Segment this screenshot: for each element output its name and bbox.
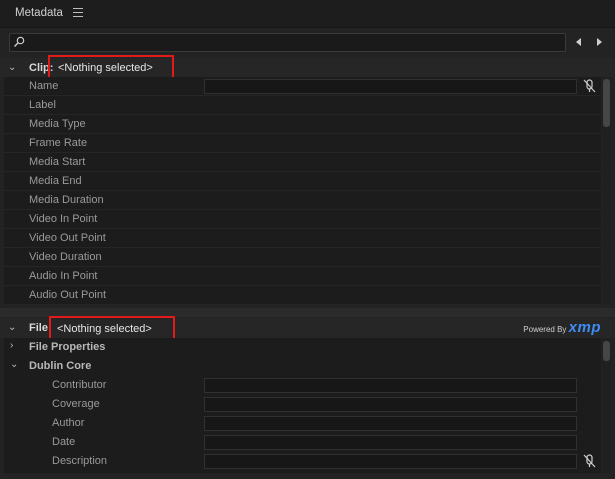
previous-icon[interactable] [574, 36, 584, 48]
field-label: Name [29, 80, 59, 92]
clip-field-row[interactable]: Name [4, 77, 601, 96]
panel-menu-icon[interactable] [73, 8, 83, 18]
field-label: Media Start [29, 156, 86, 168]
xmp-logo: xmp [568, 319, 601, 336]
field-label: Date [52, 436, 76, 448]
clip-field-row[interactable]: Media Type [4, 115, 601, 134]
file-scrollbar[interactable] [602, 338, 611, 473]
clip-fields-list: Name Label Media Type Frame Rate Media Start… [4, 77, 601, 305]
clip-field-row[interactable]: Frame Rate [4, 134, 601, 153]
field-label: Frame Rate [29, 137, 88, 149]
dublin-core-row[interactable]: Date [4, 433, 601, 452]
search-icon [14, 36, 25, 47]
dublin-core-row[interactable]: Coverage [4, 395, 601, 414]
chevron-right-icon[interactable]: › [10, 340, 13, 351]
clip-scrollbar-thumb[interactable] [603, 79, 610, 127]
clip-field-row[interactable]: Video Out Point [4, 229, 601, 248]
field-label: Media End [29, 175, 82, 187]
powered-by-xmp-logo: Powered By xmp [523, 319, 601, 336]
dublin-core-field[interactable] [204, 416, 577, 431]
dublin-core-field[interactable] [204, 435, 577, 450]
chevron-down-icon[interactable]: ⌄ [10, 359, 18, 370]
panel-header [0, 0, 615, 28]
field-label: Contributor [52, 379, 107, 391]
dublin-core-row[interactable]: Description [4, 452, 601, 471]
group-file-properties[interactable]: › File Properties [4, 338, 601, 357]
clip-field-row[interactable]: Video Duration [4, 248, 601, 267]
clip-field-row[interactable]: Media Duration [4, 191, 601, 210]
field-label: Audio In Point [29, 270, 98, 282]
unlink-icon[interactable] [583, 79, 597, 93]
dublin-core-field[interactable] [204, 397, 577, 412]
field-label: Coverage [52, 398, 100, 410]
file-selection-value: <Nothing selected> [57, 323, 152, 335]
clip-scrollbar[interactable] [602, 77, 611, 305]
field-label: Media Duration [29, 194, 104, 206]
field-label: Author [52, 417, 85, 429]
field-label: Video Duration [29, 251, 102, 263]
clip-field-row[interactable]: Media Start [4, 153, 601, 172]
chevron-down-icon[interactable]: ⌄ [8, 62, 16, 73]
dublin-core-field[interactable] [204, 454, 577, 469]
unlink-icon[interactable] [583, 454, 597, 468]
dublin-core-row[interactable]: Author [4, 414, 601, 433]
field-label: Media Type [29, 118, 86, 130]
file-fields-list: › File Properties ⌄ Dublin Core Contribu… [4, 338, 601, 473]
field-label: Audio Out Point [29, 289, 107, 301]
group-dublin-core[interactable]: ⌄ Dublin Core [4, 357, 601, 376]
clip-field-row[interactable]: Video In Point [4, 210, 601, 229]
field-label: Video Out Point [29, 232, 106, 244]
field-label: Label [29, 99, 56, 111]
clip-field-row[interactable]: Audio In Point [4, 267, 601, 286]
field-label: Video In Point [29, 213, 98, 225]
file-scrollbar-thumb[interactable] [603, 341, 610, 361]
panel-title: Metadata [15, 7, 63, 19]
clip-field-row[interactable]: Label [4, 96, 601, 115]
clip-field-row[interactable]: Audio Out Point [4, 286, 601, 305]
name-field[interactable] [204, 79, 577, 94]
next-icon[interactable] [594, 36, 604, 48]
search-input[interactable] [9, 33, 566, 52]
field-label: Description [52, 455, 108, 467]
clip-selection-value: <Nothing selected> [58, 62, 153, 74]
chevron-down-icon[interactable]: ⌄ [8, 322, 16, 333]
dublin-core-field[interactable] [204, 378, 577, 393]
clip-field-row[interactable]: Media End [4, 172, 601, 191]
dublin-core-row[interactable]: Contributor [4, 376, 601, 395]
